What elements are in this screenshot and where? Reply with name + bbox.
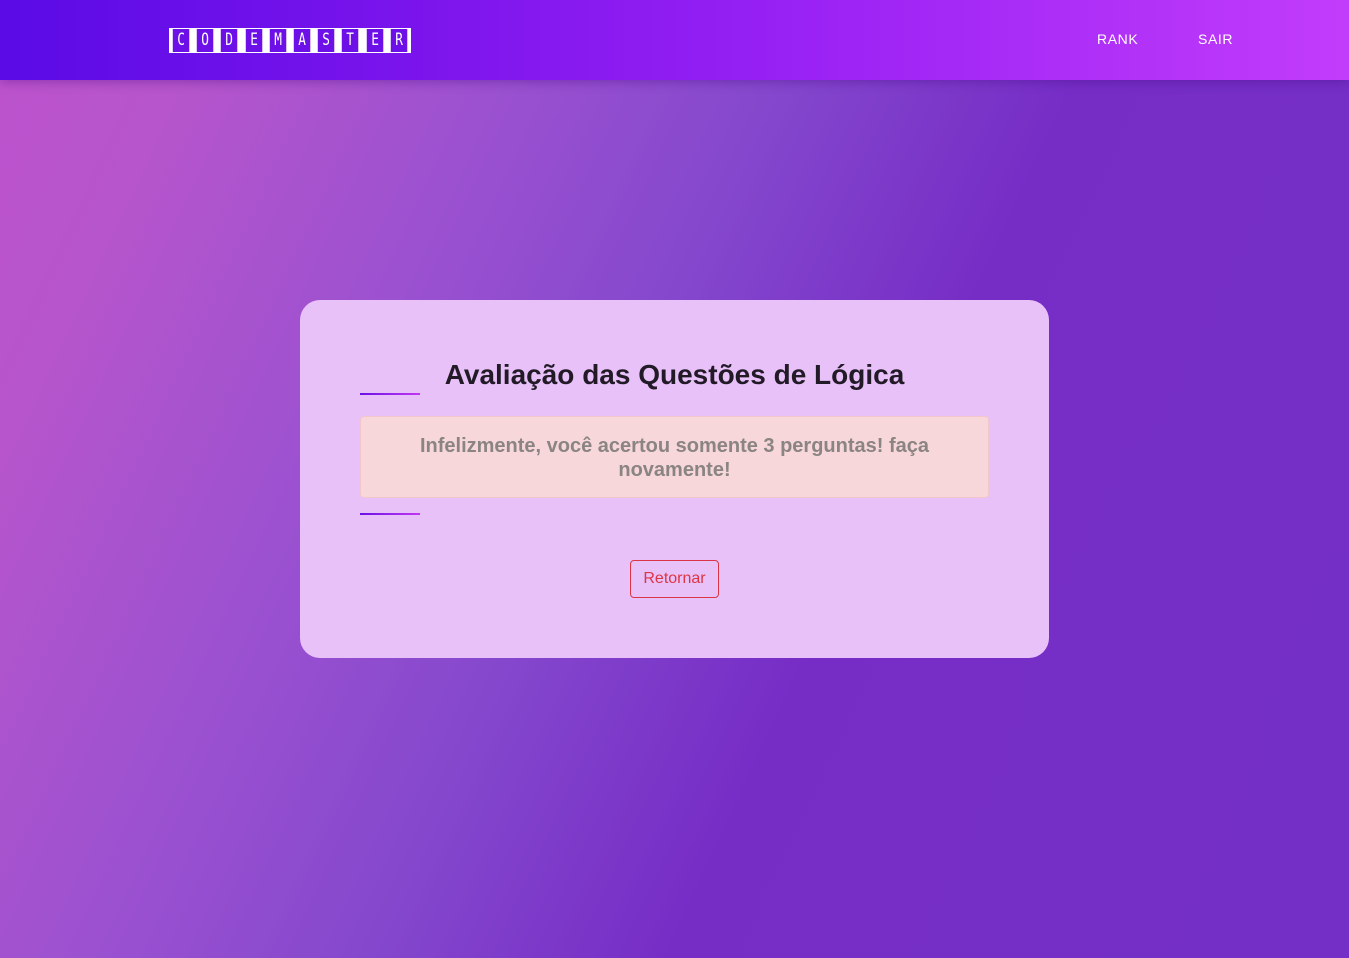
page-title: Avaliação das Questões de Lógica <box>444 359 905 390</box>
logo-letter: E <box>245 29 262 52</box>
logo-letter: A <box>293 29 311 52</box>
codemaster-logo[interactable]: C O D E M A S T E R <box>169 28 411 53</box>
logo-letter: R <box>390 29 408 52</box>
logo-letter: M <box>269 29 287 52</box>
navbar: C O D E M A S T E R RANK SAIR <box>0 0 1349 80</box>
nav-link-sair[interactable]: SAIR <box>1198 31 1233 47</box>
logo-letter: E <box>366 29 383 52</box>
result-card: Avaliação das Questões de Lógica Infeliz… <box>300 300 1049 658</box>
logo-letter: O <box>196 29 214 52</box>
logo-letter: S <box>317 29 335 52</box>
logo-letter: C <box>172 29 190 52</box>
logo-letter: D <box>221 29 238 52</box>
return-button[interactable]: Retornar <box>630 560 719 598</box>
nav-link-rank[interactable]: RANK <box>1097 31 1138 47</box>
alert-divider <box>360 513 420 515</box>
logo-letter: T <box>342 29 359 52</box>
result-alert: Infelizmente, você acertou somente 3 per… <box>360 416 989 498</box>
title-divider <box>360 393 420 395</box>
